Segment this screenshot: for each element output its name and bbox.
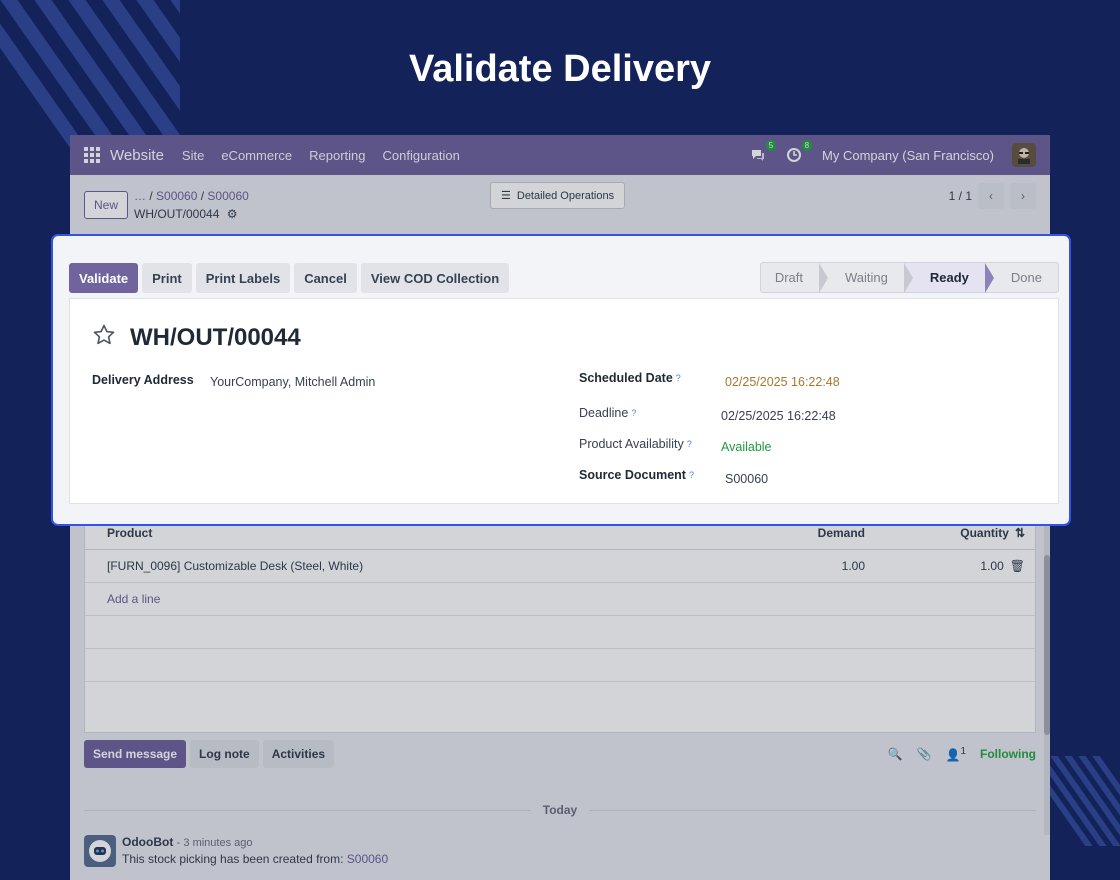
menu-ecommerce[interactable]: eCommerce	[221, 148, 292, 163]
message-author[interactable]: OdooBot	[122, 835, 173, 849]
followers-icon[interactable]: 👤1	[945, 746, 966, 762]
scheduled-date-field: Scheduled Date?	[579, 371, 681, 385]
status-bar: Draft Waiting Ready Done	[759, 262, 1059, 293]
search-icon[interactable]: 🔍	[888, 747, 903, 761]
pager-previous-icon[interactable]: ‹	[978, 183, 1004, 209]
view-cod-collection-button[interactable]: View COD Collection	[360, 263, 510, 293]
add-line-link[interactable]: Add a line	[107, 592, 160, 606]
breadcrumb-ellipsis[interactable]: …	[134, 189, 146, 203]
activities-clock-icon[interactable]: 8	[786, 140, 813, 163]
validate-button[interactable]: Validate	[69, 263, 139, 293]
title-row: WH/OUT/00044	[92, 323, 301, 352]
menu-configuration[interactable]: Configuration	[383, 148, 460, 163]
header-quantity-cell: Quantity ⇅	[865, 526, 1025, 540]
send-message-button[interactable]: Send message	[84, 740, 187, 768]
cancel-button[interactable]: Cancel	[294, 263, 357, 293]
status-done[interactable]: Done	[985, 263, 1058, 292]
help-icon[interactable]: ?	[631, 408, 636, 418]
menu-reporting[interactable]: Reporting	[309, 148, 365, 163]
date-separator-label: Today	[542, 803, 578, 817]
gear-icon[interactable]: ⚙	[227, 207, 238, 221]
activities-badge: 8	[801, 140, 813, 151]
row-quantity[interactable]: 1.00	[980, 559, 1003, 573]
product-availability-value: Available	[721, 440, 772, 454]
record-title: WH/OUT/00044	[130, 323, 301, 351]
pager: 1 / 1 ‹ ›	[949, 183, 1036, 209]
deadline-label: Deadline	[579, 406, 629, 420]
trash-icon[interactable]: 🗑	[1010, 559, 1025, 573]
detailed-operations-button[interactable]: ☰ Detailed Operations	[490, 182, 626, 209]
status-ready[interactable]: Ready	[903, 263, 994, 293]
help-icon[interactable]: ?	[687, 439, 692, 449]
status-waiting[interactable]: Waiting	[819, 263, 913, 293]
source-document-label: Source Document	[579, 468, 686, 482]
source-document-value[interactable]: S00060	[725, 472, 768, 486]
row-demand[interactable]: 1.00	[745, 559, 865, 573]
row-quantity-cell: 1.00 🗑	[865, 559, 1025, 573]
header-demand[interactable]: Demand	[745, 526, 865, 540]
form-sheet: WH/OUT/00044 Delivery Address YourCompan…	[69, 298, 1059, 504]
chatter-message: OdooBot - 3 minutes ago This stock picki…	[84, 835, 388, 867]
product-availability-label: Product Availability	[579, 437, 684, 451]
scheduled-date-value[interactable]: 02/25/2025 16:22:48	[725, 375, 840, 389]
breadcrumb-current: WH/OUT/00044	[134, 207, 220, 221]
activities-button[interactable]: Activities	[262, 740, 335, 768]
control-panel: New … / S00060 / S00060 WH/OUT/00044 ⚙ ☰…	[70, 175, 1050, 235]
app-name[interactable]: Website	[110, 147, 164, 164]
product-availability-field: Product Availability?	[579, 437, 692, 451]
scheduled-date-label: Scheduled Date	[579, 371, 673, 385]
top-navbar: Website Site eCommerce Reporting Configu…	[70, 135, 1050, 175]
scrollbar-thumb[interactable]	[1044, 555, 1050, 735]
header-product[interactable]: Product	[107, 526, 745, 540]
pager-value: 1 / 1	[948, 189, 972, 203]
menu-site[interactable]: Site	[182, 148, 204, 163]
help-icon[interactable]: ?	[676, 373, 681, 383]
date-separator: Today	[84, 802, 1037, 818]
operations-table: Product Demand Quantity ⇅ [FURN_0096] Cu…	[84, 515, 1036, 733]
paperclip-icon[interactable]: 📎	[917, 747, 932, 761]
delivery-address-value[interactable]: YourCompany, Mitchell Admin	[210, 375, 375, 389]
apps-grid-icon[interactable]	[84, 147, 100, 163]
detailed-operations-label: Detailed Operations	[516, 189, 615, 202]
source-document-field: Source Document?	[579, 468, 694, 482]
list-icon: ☰	[501, 190, 511, 202]
messages-icon[interactable]: 5	[750, 140, 777, 163]
odoobot-avatar[interactable]	[84, 835, 116, 867]
following-button[interactable]: Following	[980, 747, 1036, 761]
message-body: This stock picking has been created from…	[122, 852, 344, 866]
table-row[interactable]: [FURN_0096] Customizable Desk (Steel, Wh…	[85, 550, 1035, 583]
new-button[interactable]: New	[84, 191, 129, 219]
message-time: - 3 minutes ago	[176, 837, 253, 849]
followers-count: 1	[960, 746, 966, 757]
column-settings-icon[interactable]: ⇅	[1015, 526, 1025, 540]
row-product[interactable]: [FURN_0096] Customizable Desk (Steel, Wh…	[107, 559, 745, 573]
empty-row	[85, 649, 1035, 682]
message-source-link[interactable]: S00060	[347, 852, 388, 866]
print-labels-button[interactable]: Print Labels	[195, 263, 291, 293]
decor-stripes-bottom-right	[1048, 756, 1120, 846]
star-icon[interactable]	[92, 323, 116, 352]
user-avatar[interactable]	[1012, 143, 1036, 167]
delivery-address-field: Delivery Address	[92, 373, 194, 387]
messages-badge: 5	[765, 140, 777, 151]
chatter-toolbar: Send message Log note Activities 🔍 📎 👤1 …	[84, 740, 1036, 768]
deadline-field: Deadline?	[579, 406, 636, 420]
print-button[interactable]: Print	[142, 263, 192, 293]
delivery-address-label: Delivery Address	[92, 373, 194, 387]
breadcrumb-sale-order-2[interactable]: S00060	[207, 189, 248, 203]
breadcrumb-sale-order[interactable]: S00060	[156, 189, 197, 203]
empty-row	[85, 616, 1035, 649]
highlighted-form-card: Validate Print Print Labels Cancel View …	[51, 234, 1071, 526]
deadline-value[interactable]: 02/25/2025 16:22:48	[721, 409, 836, 423]
company-switcher[interactable]: My Company (San Francisco)	[822, 148, 994, 163]
header-quantity[interactable]: Quantity	[960, 526, 1009, 540]
add-line-row: Add a line	[85, 583, 1035, 616]
form-action-buttons: Validate Print Print Labels Cancel View …	[69, 263, 510, 293]
breadcrumb: … / S00060 / S00060 WH/OUT/00044 ⚙	[134, 189, 249, 221]
help-icon[interactable]: ?	[689, 470, 694, 480]
log-note-button[interactable]: Log note	[190, 740, 259, 768]
page-headline: Validate Delivery	[408, 48, 712, 90]
pager-next-icon[interactable]: ›	[1010, 183, 1036, 209]
status-draft[interactable]: Draft	[761, 263, 829, 293]
